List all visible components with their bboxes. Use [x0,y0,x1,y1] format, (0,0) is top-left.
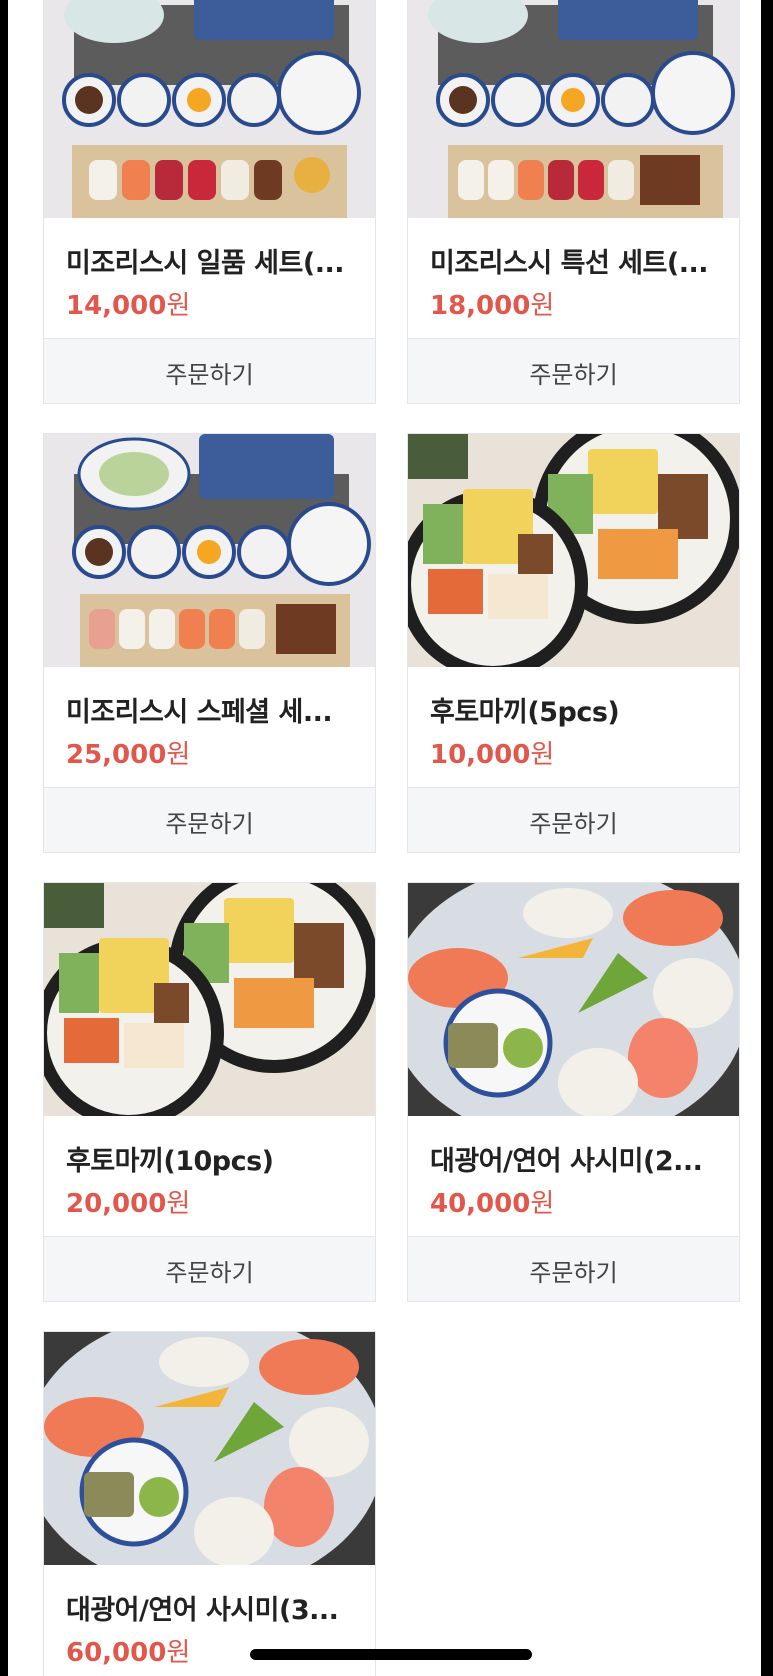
sashimi-photo [44,1332,375,1565]
menu-card[interactable]: 미조리스시 스페셜 세... 25,000원 주문하기 [43,433,376,853]
menu-item-price: 10,000원 [430,740,555,770]
order-button[interactable]: 주문하기 [44,1236,375,1301]
menu-item-name: 대광어/연어 사시미(2... [430,1146,703,1177]
menu-item-price: 40,000원 [430,1189,555,1219]
sashimi-photo [408,883,739,1116]
menu-item-name: 미조리스시 스페셜 세... [66,697,333,728]
menu-card[interactable]: 대광어/연어 사시미(2... 40,000원 주문하기 [407,882,740,1302]
home-indicator[interactable] [250,1649,532,1660]
futomaki-photo [408,434,739,667]
menu-item-price: 18,000원 [430,291,555,321]
screen: 미조리스시 일품 세트(... 14,000원 주문하기 미조리스시 특선 세트… [8,0,761,1676]
order-button[interactable]: 주문하기 [408,338,739,403]
menu-item-price: 60,000원 [66,1638,191,1668]
menu-item-price: 14,000원 [66,291,191,321]
menu-item-name: 미조리스시 특선 세트(... [430,248,708,279]
futomaki-photo [44,883,375,1116]
menu-card[interactable]: 후토마끼(10pcs) 20,000원 주문하기 [43,882,376,1302]
menu-card[interactable]: 후토마끼(5pcs) 10,000원 주문하기 [407,433,740,853]
menu-card[interactable]: 미조리스시 일품 세트(... 14,000원 주문하기 [43,0,376,404]
menu-item-name: 후토마끼(10pcs) [66,1146,274,1177]
menu-card[interactable]: 미조리스시 특선 세트(... 18,000원 주문하기 [407,0,740,404]
sushi-set-photo [44,434,375,667]
menu-item-price: 25,000원 [66,740,191,770]
order-button[interactable]: 주문하기 [44,787,375,852]
order-button[interactable]: 주문하기 [408,1236,739,1301]
sushi-set-photo [44,0,375,218]
order-button[interactable]: 주문하기 [44,338,375,403]
menu-item-name: 후토마끼(5pcs) [430,697,620,728]
sushi-set-photo [408,0,739,218]
order-button[interactable]: 주문하기 [408,787,739,852]
menu-item-name: 미조리스시 일품 세트(... [66,248,344,279]
menu-item-name: 대광어/연어 사시미(3... [66,1595,339,1626]
menu-item-price: 20,000원 [66,1189,191,1219]
menu-card[interactable]: 대광어/연어 사시미(3... 60,000원 [43,1331,376,1676]
